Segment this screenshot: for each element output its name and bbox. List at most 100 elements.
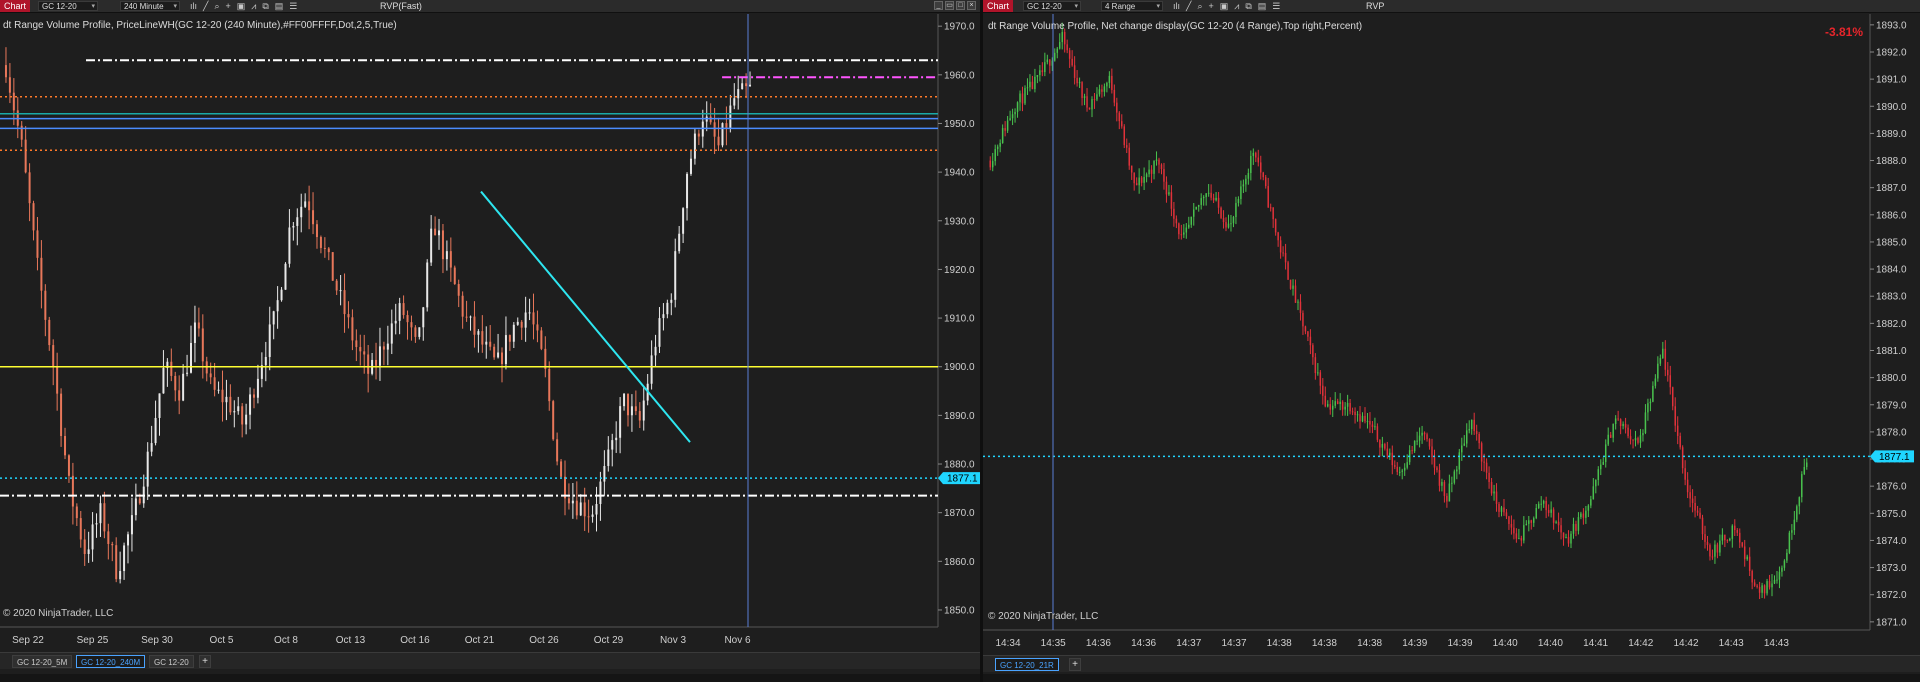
candle-body bbox=[1294, 285, 1297, 303]
candle-body bbox=[1240, 186, 1242, 200]
candle-body bbox=[402, 303, 405, 316]
candle-body bbox=[1232, 217, 1235, 224]
candle-body bbox=[1716, 544, 1719, 553]
candle-body bbox=[1096, 94, 1098, 100]
candle-body bbox=[1252, 152, 1255, 156]
candle-body bbox=[1743, 546, 1746, 560]
candle-body bbox=[540, 330, 543, 349]
candle-body bbox=[465, 316, 468, 318]
candle-body bbox=[575, 500, 578, 516]
tab-gc-12-20-240m[interactable]: GC 12-20_240M bbox=[76, 655, 146, 668]
right-chart-window: Chart GC 12-20 ▾ 4 Range ▾ ılı ╱ ⌕ + ▣ ⩘ ⧉… bbox=[983, 0, 1920, 682]
time-tick-label: Oct 16 bbox=[400, 635, 430, 646]
candle-body bbox=[1741, 542, 1743, 547]
candle-body bbox=[1684, 468, 1686, 480]
candle-body bbox=[190, 342, 192, 373]
candle-body bbox=[1307, 331, 1309, 337]
candle-body bbox=[1185, 227, 1188, 233]
price-tick-label: 1882.0 bbox=[1876, 319, 1907, 330]
candle-body bbox=[1475, 431, 1478, 434]
candle-body bbox=[1667, 369, 1669, 376]
candle-body bbox=[1446, 495, 1448, 502]
candle-body bbox=[556, 439, 559, 462]
candle-body bbox=[1029, 81, 1031, 88]
time-tick-label: Oct 29 bbox=[594, 635, 624, 646]
candle-body bbox=[1582, 513, 1585, 518]
candle-body bbox=[1714, 544, 1716, 557]
time-tick-label: 14:34 bbox=[995, 638, 1020, 649]
candle-body bbox=[1803, 466, 1806, 475]
candle-body bbox=[1436, 467, 1438, 471]
candle-body bbox=[1188, 224, 1190, 228]
candle-body bbox=[1788, 532, 1791, 553]
candle-body bbox=[638, 411, 641, 421]
candle-body bbox=[394, 320, 397, 324]
candle-body bbox=[745, 83, 748, 87]
candle-body bbox=[1567, 536, 1570, 544]
candle-body bbox=[1267, 186, 1269, 208]
candle-body bbox=[1485, 462, 1488, 473]
indicator-label: dt Range Volume Profile, PriceLineWH(GC … bbox=[3, 20, 397, 31]
left-price-chart[interactable]: 1850.0 1860.0 1870.0 1880.0 1890.0 1900.0 1910… bbox=[0, 0, 980, 682]
candle-body bbox=[1686, 479, 1689, 493]
candle-body bbox=[524, 312, 527, 328]
tab-gc-12-20-5m[interactable]: GC 12-20_5M bbox=[12, 655, 73, 668]
time-tick-label: 14:40 bbox=[1493, 638, 1518, 649]
candle-body bbox=[1379, 439, 1381, 448]
candle-body bbox=[241, 406, 244, 425]
add-tab-button[interactable]: + bbox=[199, 655, 211, 668]
price-tick-label: 1930.0 bbox=[944, 216, 975, 227]
candle-body bbox=[28, 172, 31, 204]
candle-body bbox=[1374, 426, 1376, 428]
tab-gc-12-20-21r[interactable]: GC 12-20_21R bbox=[995, 658, 1059, 671]
candle-body bbox=[1140, 177, 1143, 183]
candle-body bbox=[1493, 491, 1495, 494]
candle-body bbox=[32, 203, 35, 231]
add-tab-button[interactable]: + bbox=[1069, 658, 1081, 671]
candle-body bbox=[1448, 483, 1451, 502]
candle-body bbox=[1411, 450, 1413, 452]
candle-body bbox=[682, 208, 685, 234]
candle-body bbox=[83, 539, 86, 554]
candle-body bbox=[375, 359, 378, 366]
price-tick-label: 1881.0 bbox=[1876, 346, 1907, 357]
candle-body bbox=[418, 327, 421, 337]
candle-body bbox=[1418, 435, 1421, 441]
candle-body bbox=[504, 335, 507, 365]
candle-body bbox=[382, 346, 385, 350]
candle-body bbox=[1349, 402, 1351, 412]
candle-body bbox=[1386, 448, 1389, 456]
candle-body bbox=[1403, 467, 1406, 471]
candle-body bbox=[619, 406, 622, 438]
candle-body bbox=[1118, 112, 1121, 122]
candle-body bbox=[1217, 197, 1220, 208]
candle-body bbox=[1245, 178, 1247, 185]
candle-body bbox=[288, 227, 291, 264]
candle-body bbox=[1748, 556, 1751, 571]
candle-body bbox=[1679, 435, 1681, 448]
candle-body bbox=[1339, 401, 1341, 404]
candle-body bbox=[182, 373, 185, 401]
tab-gc-12-20[interactable]: GC 12-20 bbox=[149, 655, 194, 668]
candle-body bbox=[686, 173, 689, 209]
candle-body bbox=[292, 225, 295, 228]
candle-body bbox=[689, 158, 692, 174]
candle-body bbox=[1662, 348, 1664, 359]
candle-body bbox=[1222, 217, 1225, 223]
candle-body bbox=[583, 502, 586, 517]
candle-body bbox=[1510, 524, 1513, 528]
candle-body bbox=[1776, 579, 1778, 581]
candle-body bbox=[87, 549, 90, 554]
candle-body bbox=[544, 348, 547, 369]
candle-body bbox=[323, 247, 326, 249]
candle-body bbox=[434, 228, 437, 236]
candle-body bbox=[1555, 521, 1557, 523]
candle-body bbox=[174, 375, 177, 391]
candle-body bbox=[1195, 206, 1197, 210]
candle-body bbox=[1602, 462, 1604, 465]
candle-body bbox=[1049, 59, 1051, 66]
candle-body bbox=[1133, 172, 1135, 184]
right-price-chart[interactable]: 1871.0 1872.0 1873.0 1874.0 1875.0 1876.0 1877… bbox=[983, 0, 1920, 682]
price-tick-label: 1873.0 bbox=[1876, 563, 1907, 574]
candle-body bbox=[1242, 184, 1245, 187]
